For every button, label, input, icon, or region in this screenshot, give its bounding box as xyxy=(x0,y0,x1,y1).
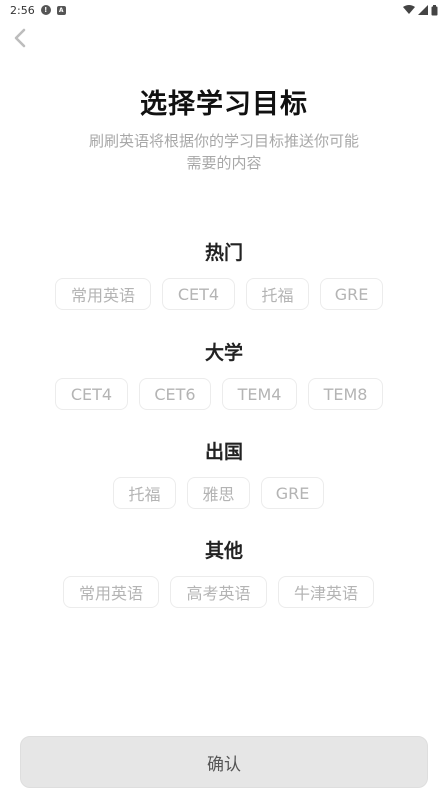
signal-icon xyxy=(418,5,428,15)
subtitle-line-1: 刷刷英语将根据你的学习目标推送你可能 xyxy=(88,132,359,150)
status-time: 2:56 xyxy=(10,3,35,17)
chip-hot-gre[interactable]: GRE xyxy=(320,278,383,310)
chip-other-gaokao-english[interactable]: 高考英语 xyxy=(170,576,267,608)
app-notification-icon: A xyxy=(56,5,66,15)
chip-university-tem8[interactable]: TEM8 xyxy=(308,378,383,410)
chip-other-daily-english[interactable]: 常用英语 xyxy=(63,576,159,608)
chip-row-university: CET4 CET6 TEM4 TEM8 xyxy=(0,378,448,410)
wifi-icon xyxy=(403,5,415,14)
chevron-left-icon xyxy=(14,28,26,48)
alert-icon: ! xyxy=(40,5,51,15)
subtitle-line-2: 需要的内容 xyxy=(186,154,262,172)
chip-university-cet6[interactable]: CET6 xyxy=(139,378,211,410)
chip-hot-daily-english[interactable]: 常用英语 xyxy=(55,278,151,310)
chip-row-hot: 常用英语 CET4 托福 GRE xyxy=(0,278,448,310)
chip-row-other: 常用英语 高考英语 牛津英语 xyxy=(0,576,448,608)
section-title-university: 大学 xyxy=(204,342,243,364)
confirm-button[interactable]: 确认 xyxy=(20,736,428,788)
page-title: 选择学习目标 xyxy=(140,89,308,120)
battery-icon xyxy=(431,4,438,15)
status-bar: 2:56 ! A xyxy=(0,0,448,20)
chip-other-oxford-english[interactable]: 牛津英语 xyxy=(278,576,374,608)
chip-university-cet4[interactable]: CET4 xyxy=(55,378,128,410)
chip-row-abroad: 托福 雅思 GRE xyxy=(0,477,448,509)
back-button[interactable] xyxy=(8,26,32,50)
chip-hot-cet4[interactable]: CET4 xyxy=(162,278,235,310)
section-title-hot: 热门 xyxy=(204,242,243,264)
page-subtitle: 刷刷英语将根据你的学习目标推送你可能 需要的内容 xyxy=(60,130,388,174)
section-title-abroad: 出国 xyxy=(204,441,243,463)
section-title-other: 其他 xyxy=(204,540,243,562)
chip-abroad-gre[interactable]: GRE xyxy=(261,477,324,509)
chip-abroad-ielts[interactable]: 雅思 xyxy=(187,477,250,509)
chip-hot-toefl[interactable]: 托福 xyxy=(246,278,309,310)
chip-abroad-toefl[interactable]: 托福 xyxy=(113,477,176,509)
chip-university-tem4[interactable]: TEM4 xyxy=(222,378,297,410)
